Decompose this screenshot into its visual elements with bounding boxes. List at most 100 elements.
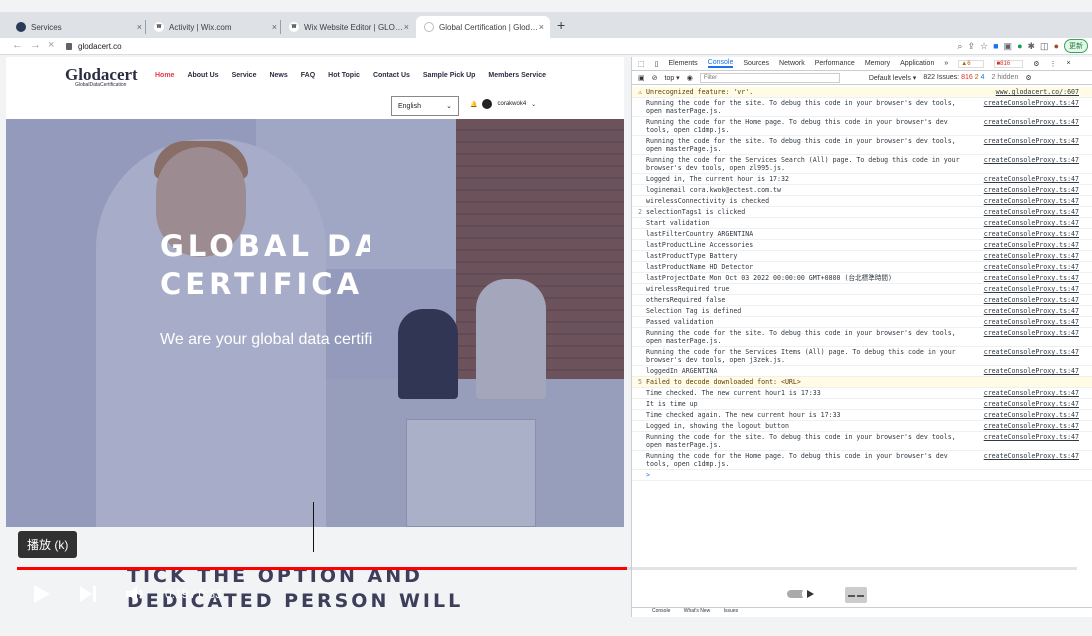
stop-loading-icon[interactable]: × bbox=[48, 39, 54, 51]
console-source-link[interactable]: createConsoleProxy.ts:47 bbox=[984, 348, 1079, 356]
menu-item-members[interactable]: Members Service bbox=[488, 72, 546, 79]
next-icon[interactable] bbox=[78, 583, 98, 605]
side-panel-icon[interactable]: ◫ bbox=[1040, 41, 1049, 52]
bell-icon[interactable]: 🔔 bbox=[470, 101, 477, 108]
console-source-link[interactable]: www.glodacert.co/:607 bbox=[996, 88, 1079, 96]
console-source-link[interactable]: createConsoleProxy.ts:47 bbox=[984, 197, 1079, 205]
theater-mode-icon[interactable] bbox=[986, 585, 1012, 605]
browser-tab[interactable]: W Activity | Wix.com × bbox=[146, 16, 283, 38]
fullscreen-icon[interactable] bbox=[1036, 584, 1058, 606]
extension-icon[interactable]: ■ bbox=[993, 41, 998, 51]
tab-performance[interactable]: Performance bbox=[815, 60, 855, 67]
device-toggle-icon[interactable]: ▯ bbox=[655, 60, 659, 68]
console-source-link[interactable]: createConsoleProxy.ts:47 bbox=[984, 400, 1079, 408]
console-source-link[interactable]: createConsoleProxy.ts:47 bbox=[984, 156, 1079, 164]
video-progress-bar[interactable] bbox=[17, 567, 1077, 570]
user-menu[interactable]: 🔔 corakwok4 ⌄ bbox=[470, 99, 536, 109]
tab-elements[interactable]: Elements bbox=[668, 60, 697, 67]
console-source-link[interactable]: createConsoleProxy.ts:47 bbox=[984, 318, 1079, 326]
console-source-link[interactable]: createConsoleProxy.ts:47 bbox=[984, 208, 1079, 216]
console-source-link[interactable]: createConsoleProxy.ts:47 bbox=[984, 219, 1079, 227]
tab-sources[interactable]: Sources bbox=[743, 60, 769, 67]
browser-tab[interactable]: W Wix Website Editor | GLODACERT × bbox=[281, 16, 415, 38]
error-count[interactable]: ■816 bbox=[993, 59, 1024, 68]
tab-memory[interactable]: Memory bbox=[865, 60, 890, 67]
close-icon[interactable]: × bbox=[404, 22, 409, 32]
console-source-link[interactable]: createConsoleProxy.ts:47 bbox=[984, 118, 1079, 126]
share-icon[interactable]: ⇪ bbox=[967, 41, 975, 52]
menu-item-service[interactable]: Service bbox=[232, 72, 257, 79]
drawer-tab-console[interactable]: Console bbox=[652, 608, 670, 614]
console-prompt[interactable]: > bbox=[632, 470, 1092, 481]
menu-item-contact[interactable]: Contact Us bbox=[373, 72, 410, 79]
console-source-link[interactable]: createConsoleProxy.ts:47 bbox=[984, 367, 1079, 375]
subtitles-icon[interactable] bbox=[844, 585, 868, 605]
menu-item-about[interactable]: About Us bbox=[187, 72, 218, 79]
console-source-link[interactable]: createConsoleProxy.ts:47 bbox=[984, 433, 1079, 441]
console-source-link[interactable]: createConsoleProxy.ts:47 bbox=[984, 99, 1079, 107]
menu-item-faq[interactable]: FAQ bbox=[301, 72, 315, 79]
console-source-link[interactable]: createConsoleProxy.ts:47 bbox=[984, 422, 1079, 430]
context-select[interactable]: top ▾ bbox=[665, 74, 680, 82]
hero-video[interactable]: GLOBAL DA CERTIFICA We are your global d… bbox=[6, 119, 624, 527]
console-source-link[interactable]: createConsoleProxy.ts:47 bbox=[984, 296, 1079, 304]
gear-icon[interactable]: ⚙ bbox=[1033, 60, 1039, 68]
console-source-link[interactable]: createConsoleProxy.ts:47 bbox=[984, 452, 1079, 460]
settings-gear-icon[interactable] bbox=[892, 584, 914, 606]
extension-icon[interactable]: ● bbox=[1017, 41, 1022, 51]
browser-tab-active[interactable]: Global Certification | Glodacert × bbox=[416, 16, 550, 38]
menu-item-sample[interactable]: Sample Pick Up bbox=[423, 72, 476, 79]
gear-icon[interactable]: ⚙ bbox=[1025, 74, 1031, 82]
more-tabs-icon[interactable]: » bbox=[944, 60, 948, 67]
drawer-tab-issues[interactable]: Issues bbox=[724, 608, 738, 614]
extension-icon[interactable]: ▣ bbox=[1004, 41, 1013, 52]
issues-button[interactable]: 822 Issues: 816 2 4 bbox=[923, 74, 984, 81]
volume-icon[interactable] bbox=[124, 583, 146, 605]
sidebar-toggle-icon[interactable]: ▣ bbox=[638, 74, 645, 82]
play-icon[interactable] bbox=[31, 583, 51, 605]
menu-item-home[interactable]: Home bbox=[155, 72, 174, 79]
tab-network[interactable]: Network bbox=[779, 60, 805, 67]
browser-tab[interactable]: Services × bbox=[8, 16, 148, 38]
close-icon[interactable]: × bbox=[539, 22, 544, 32]
console-source-link[interactable]: createConsoleProxy.ts:47 bbox=[984, 241, 1079, 249]
menu-item-news[interactable]: News bbox=[269, 72, 287, 79]
console-source-link[interactable]: createConsoleProxy.ts:47 bbox=[984, 230, 1079, 238]
warning-count[interactable]: ▲6 bbox=[958, 59, 984, 68]
console-source-link[interactable]: createConsoleProxy.ts:47 bbox=[984, 252, 1079, 260]
console-filter-input[interactable]: Filter bbox=[699, 72, 840, 83]
inspect-icon[interactable]: ⬚ bbox=[638, 60, 645, 68]
console-source-link[interactable]: createConsoleProxy.ts:47 bbox=[984, 307, 1079, 315]
console-source-link[interactable]: createConsoleProxy.ts:47 bbox=[984, 263, 1079, 271]
update-button[interactable]: 更新 bbox=[1064, 39, 1088, 53]
menu-item-hot-topic[interactable]: Hot Topic bbox=[328, 72, 360, 79]
console-source-link[interactable]: createConsoleProxy.ts:47 bbox=[984, 274, 1079, 282]
kebab-menu-icon[interactable]: ⋮ bbox=[1049, 60, 1056, 68]
console-source-link[interactable]: createConsoleProxy.ts:47 bbox=[984, 389, 1079, 397]
back-icon[interactable]: ← bbox=[12, 39, 23, 51]
tab-console[interactable]: Console bbox=[707, 59, 734, 68]
forward-icon[interactable]: → bbox=[30, 39, 41, 51]
new-tab-button[interactable]: + bbox=[557, 17, 565, 33]
close-icon[interactable]: × bbox=[137, 22, 142, 32]
profile-avatar-icon[interactable]: ● bbox=[1054, 41, 1059, 51]
close-icon[interactable]: × bbox=[272, 22, 277, 32]
close-icon[interactable]: × bbox=[1066, 60, 1070, 67]
levels-dropdown[interactable]: Default levels ▾ bbox=[869, 74, 917, 82]
console-source-link[interactable]: createConsoleProxy.ts:47 bbox=[984, 329, 1079, 337]
puzzle-icon[interactable]: ✱ bbox=[1028, 41, 1036, 52]
autoplay-toggle-icon[interactable] bbox=[786, 585, 822, 603]
clear-console-icon[interactable]: ⊘ bbox=[652, 74, 658, 82]
zoom-icon[interactable]: ⌕ bbox=[957, 41, 962, 52]
language-select[interactable]: English ⌄ bbox=[391, 96, 459, 116]
miniplayer-icon[interactable] bbox=[938, 585, 964, 605]
console-source-link[interactable]: createConsoleProxy.ts:47 bbox=[984, 175, 1079, 183]
console-source-link[interactable]: createConsoleProxy.ts:47 bbox=[984, 137, 1079, 145]
drawer-tab-whats-new[interactable]: What's New bbox=[684, 608, 711, 614]
bookmark-star-icon[interactable]: ☆ bbox=[980, 41, 988, 52]
eye-icon[interactable]: ◉ bbox=[687, 74, 693, 82]
console-source-link[interactable]: createConsoleProxy.ts:47 bbox=[984, 285, 1079, 293]
console-source-link[interactable]: createConsoleProxy.ts:47 bbox=[984, 186, 1079, 194]
url-field[interactable]: glodacert.co bbox=[66, 39, 122, 53]
console-source-link[interactable]: createConsoleProxy.ts:47 bbox=[984, 411, 1079, 419]
